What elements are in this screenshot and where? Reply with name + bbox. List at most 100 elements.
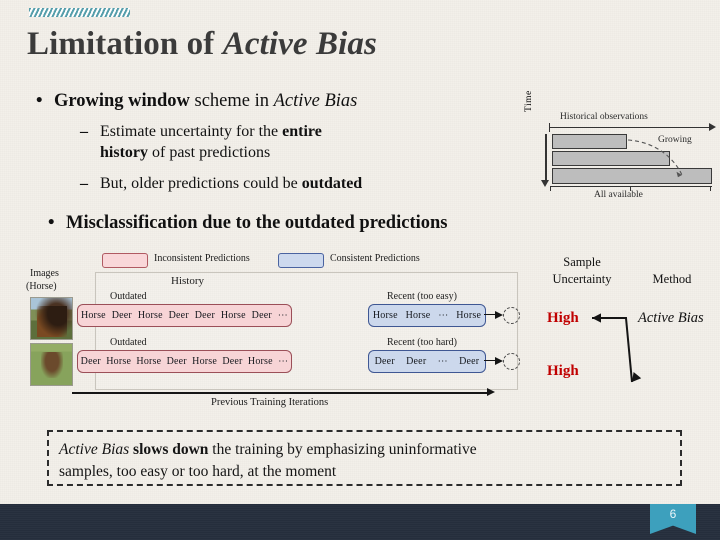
row1-history-sequence: Horse Deer Horse Deer Deer Horse Deer ⋯ xyxy=(77,304,292,327)
token: Horse xyxy=(220,310,246,321)
sub-bullet-dash: – xyxy=(80,175,88,192)
legend-swatch-consistent xyxy=(278,253,324,268)
sub-bullet-older-predictions: – But, older predictions could be outdate… xyxy=(80,175,362,193)
gw-window-bar-1 xyxy=(552,134,627,149)
token: Horse xyxy=(456,310,482,321)
main-figure: Inconsistent Predictions Consistent Pred… xyxy=(6,250,520,412)
row1-uncertainty-value: High xyxy=(547,310,579,326)
sample-image-horse-2 xyxy=(30,343,73,386)
bullet-marker: • xyxy=(36,91,43,111)
token: Deer xyxy=(222,356,243,367)
gw-window-bar-3 xyxy=(552,168,712,184)
callout-text-mid: the training by emphasizing uninformativ… xyxy=(208,441,477,458)
title-decoration-stripe xyxy=(29,8,130,17)
legend-swatch-inconsistent xyxy=(102,253,148,268)
iterations-axis-arrowhead xyxy=(487,388,495,396)
gw-bottom-bracket-right xyxy=(710,186,712,191)
sub2-text: But, older predictions could be xyxy=(100,175,302,192)
sub-bullet-dash: – xyxy=(80,123,88,140)
summary-callout-text: Active Bias slows down the training by e… xyxy=(59,439,675,483)
row2-recent-caption: Recent (too hard) xyxy=(387,337,457,348)
token-ellipsis: ⋯ xyxy=(277,310,288,321)
token: Deer xyxy=(406,356,427,367)
legend-label-inconsistent: Inconsistent Predictions xyxy=(154,253,250,264)
token: Horse xyxy=(192,356,218,367)
row2-history-sequence: Deer Horse Horse Deer Horse Deer Horse ⋯ xyxy=(77,350,292,373)
page-title: Limitation of Active Bias xyxy=(27,26,377,63)
gw-bottom-label: All available xyxy=(594,190,643,200)
token: Deer xyxy=(166,356,187,367)
sub1-text-a: Estimate uncertainty for the xyxy=(100,123,283,140)
sub1-bold-a: entire xyxy=(282,123,322,140)
token: Horse xyxy=(80,310,106,321)
row1-connector-arrowhead xyxy=(495,310,503,319)
token: Horse xyxy=(137,310,163,321)
slide-canvas: Limitation of Active Bias • Growing windo… xyxy=(0,0,720,540)
token: Horse xyxy=(372,310,398,321)
token-ellipsis: ⋯ xyxy=(438,310,449,321)
history-label: History xyxy=(171,275,204,287)
token-ellipsis: ⋯ xyxy=(437,356,448,367)
row2-uncertainty-value: High xyxy=(547,363,579,379)
gw-growing-label: Growing xyxy=(658,135,692,145)
sub2-bold: outdated xyxy=(301,175,363,192)
images-label-line1: Images xyxy=(30,268,59,279)
token: Horse xyxy=(405,310,431,321)
row2-recent-sequence: Deer Deer ⋯ Deer xyxy=(368,350,486,373)
row2-connector-arrowhead xyxy=(495,356,503,365)
token: Deer xyxy=(80,356,101,367)
iterations-axis-label: Previous Training Iterations xyxy=(211,397,329,408)
gw-time-label: Time xyxy=(524,90,534,112)
row1-recent-sequence: Horse Horse ⋯ Horse xyxy=(368,304,486,327)
token: Deer xyxy=(374,356,395,367)
token: Deer xyxy=(194,310,215,321)
token: Horse xyxy=(136,356,162,367)
iterations-axis-line xyxy=(72,392,491,395)
title-plain-part: Limitation of xyxy=(27,26,223,62)
bullet2-text: Misclassification due to the outdated pr… xyxy=(66,213,448,233)
page-number-ribbon: 6 xyxy=(650,504,696,534)
token: Horse xyxy=(106,356,132,367)
token: Deer xyxy=(251,310,272,321)
gw-time-axis-line xyxy=(545,134,547,182)
legend-label-consistent: Consistent Predictions xyxy=(330,253,420,264)
sample-uncertainty-header-line2: Uncertainty xyxy=(552,272,612,286)
token: Deer xyxy=(168,310,189,321)
gw-bottom-bracket-left xyxy=(550,186,552,191)
token-ellipsis: ⋯ xyxy=(278,356,289,367)
method-name-active-bias: Active Bias xyxy=(638,310,704,326)
sub1-bold-b: history xyxy=(100,144,148,161)
bullet1-bold-lead: Growing window xyxy=(54,91,190,111)
gw-time-axis-arrowhead xyxy=(541,180,549,187)
summary-callout-box: Active Bias slows down the training by e… xyxy=(47,430,682,486)
bullet1-italic-tail: Active Bias xyxy=(273,91,358,111)
sub-bullet-estimate-uncertainty: – Estimate uncertainty for the entire his… xyxy=(80,121,410,163)
uncertainty-method-panel: Sample Uncertainty Method High High Acti… xyxy=(516,250,720,400)
method-header: Method xyxy=(652,272,692,286)
bullet-growing-window: • Growing window scheme in Active Bias xyxy=(36,91,357,112)
bullet-misclassification: • Misclassification due to the outdated p… xyxy=(48,213,447,234)
growing-window-figure: Historical observations Time Growing All… xyxy=(524,90,716,200)
token: Horse xyxy=(247,356,273,367)
callout-italic-lead: Active Bias xyxy=(59,441,130,458)
callout-bold-phrase: slows down xyxy=(133,441,209,458)
token: Deer xyxy=(459,356,480,367)
bullet1-rest: scheme in xyxy=(189,91,274,111)
sub1-text-b: of past predictions xyxy=(148,144,271,161)
images-label-line2: (Horse) xyxy=(26,281,57,292)
token: Deer xyxy=(111,310,132,321)
callout-text-end: samples, too easy or too hard, at the mo… xyxy=(59,463,337,480)
page-number: 6 xyxy=(669,507,677,521)
gw-top-axis-start-tick xyxy=(549,123,551,132)
title-italic-part: Active Bias xyxy=(222,26,377,62)
row1-recent-caption: Recent (too easy) xyxy=(387,291,457,302)
row1-history-caption: Outdated xyxy=(110,291,147,302)
gw-window-bar-2 xyxy=(552,151,670,166)
gw-top-axis-line xyxy=(549,127,712,129)
sample-uncertainty-header-line1: Sample xyxy=(563,255,601,269)
bullet-marker: • xyxy=(48,213,55,233)
footer-bar: 6 xyxy=(0,504,720,540)
sample-image-horse-1 xyxy=(30,297,73,340)
gw-top-label: Historical observations xyxy=(560,112,648,122)
row2-history-caption: Outdated xyxy=(110,337,147,348)
